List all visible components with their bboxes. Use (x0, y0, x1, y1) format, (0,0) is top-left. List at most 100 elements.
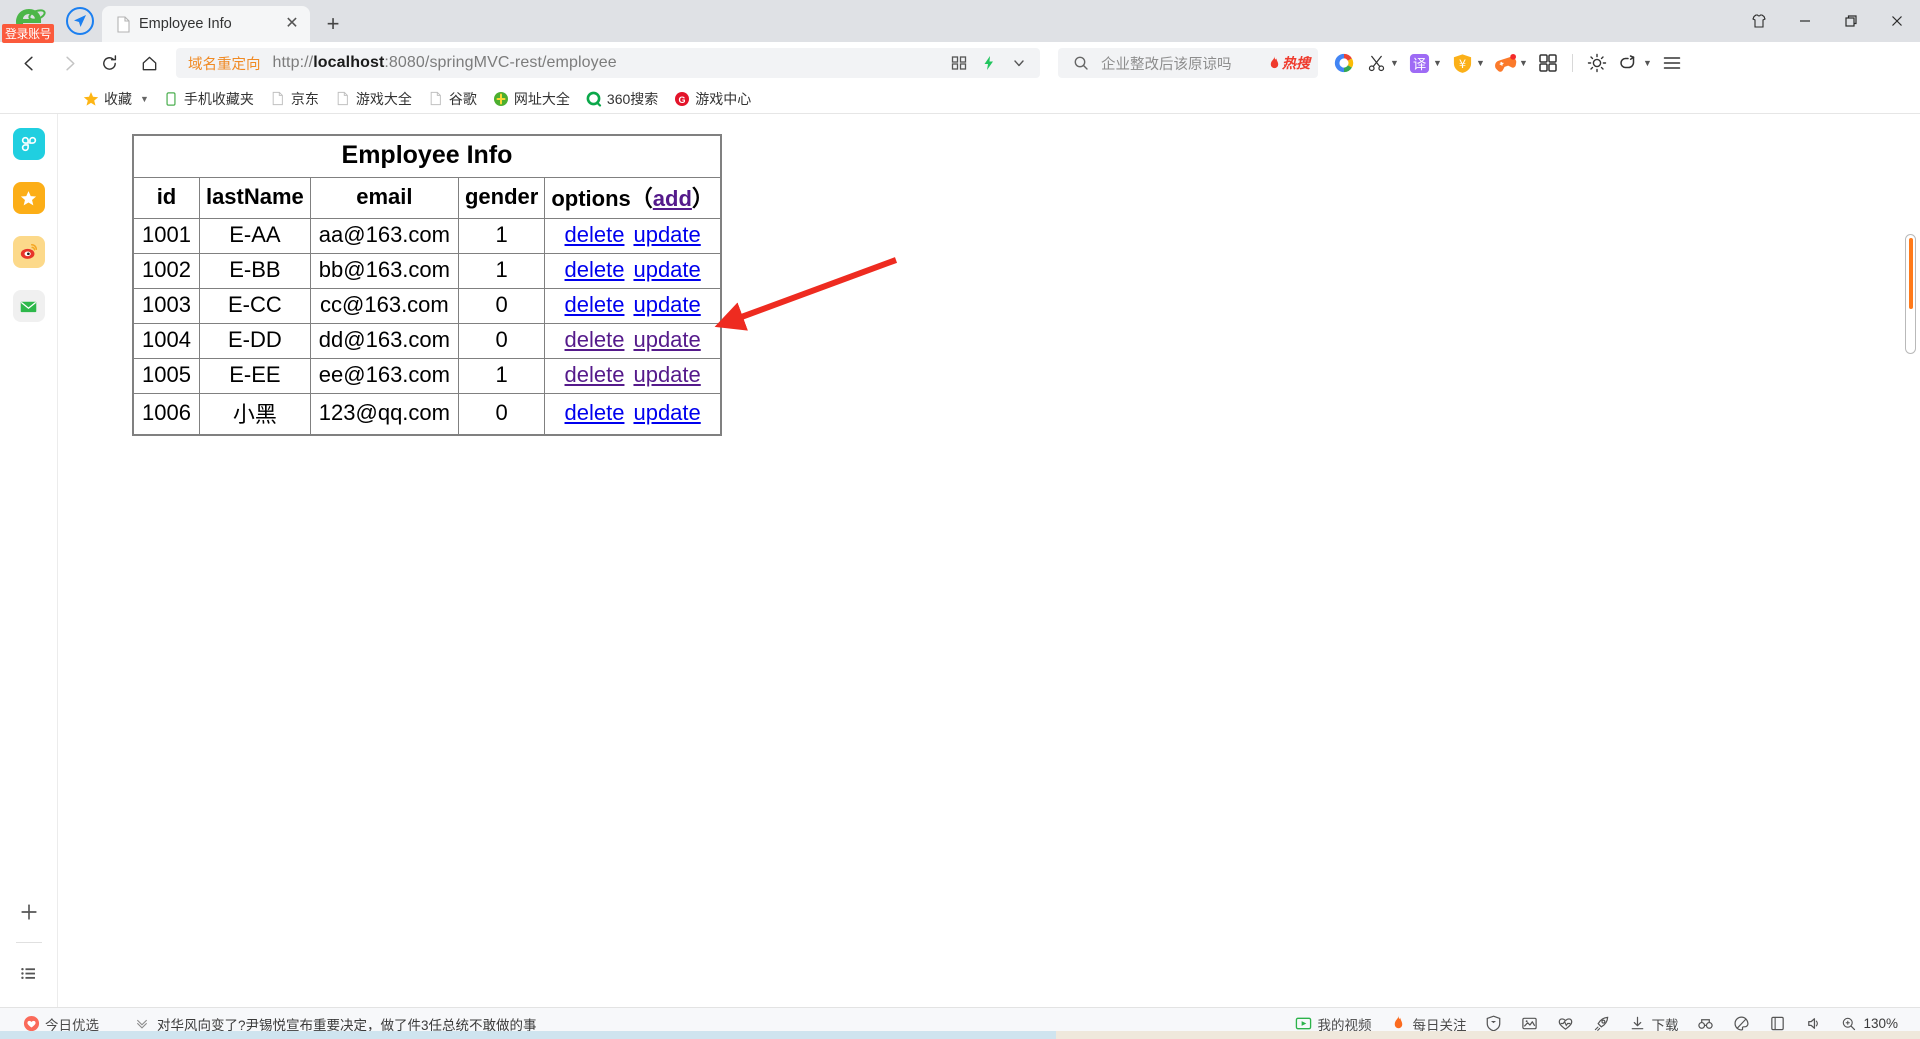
bookmark-jd[interactable]: 京东 (262, 86, 327, 112)
cell-email: aa@163.com (309, 218, 459, 254)
cell-gender: 1 (457, 358, 546, 394)
google-extension-button[interactable] (1328, 46, 1360, 80)
bookmark-label: 谷歌 (448, 90, 477, 107)
update-link[interactable]: update (633, 362, 700, 387)
toolbar-divider (1572, 54, 1573, 72)
lightning-icon[interactable] (976, 50, 1002, 76)
game-extension-button[interactable]: ▼ (1489, 46, 1532, 80)
bookmark-favorites[interactable]: 收藏 (75, 86, 140, 112)
sidebar-bottom-group (0, 896, 57, 1007)
update-link[interactable]: update (633, 257, 700, 282)
tab-close-icon[interactable]: ✕ (282, 14, 302, 34)
qr-code-icon[interactable] (946, 50, 972, 76)
image-icon (1520, 1015, 1538, 1033)
scrollbar-track[interactable] (1905, 234, 1916, 354)
new-tab-button[interactable]: + (316, 9, 350, 39)
reload-button[interactable] (90, 46, 128, 80)
screenshot-extension-button[interactable]: ▼ (1360, 46, 1403, 80)
cell-gender: 0 (457, 393, 546, 436)
bookmark-google[interactable]: 谷歌 (420, 86, 485, 112)
url-path: :8080/springMVC-rest/employee (384, 54, 617, 71)
bookmark-label: 京东 (290, 90, 319, 107)
update-link[interactable]: update (633, 400, 700, 425)
delete-link[interactable]: delete (565, 400, 625, 425)
delete-link[interactable]: delete (565, 327, 625, 352)
table-header-row: id lastName email gender options（add） (132, 177, 722, 219)
login-account-badge[interactable]: 登录账号 (2, 24, 55, 43)
home-button[interactable] (130, 46, 168, 80)
bookmark-label: 网址大全 (513, 90, 570, 107)
brightness-button[interactable] (1581, 46, 1613, 80)
update-link[interactable]: update (633, 327, 700, 352)
tab-employee-info[interactable]: Employee Info ✕ (102, 6, 310, 42)
vertical-scrollbar[interactable] (1905, 234, 1916, 354)
back-button[interactable] (10, 46, 48, 80)
delete-link[interactable]: delete (565, 222, 625, 247)
skin-icon[interactable] (1736, 0, 1782, 42)
delete-link[interactable]: delete (565, 362, 625, 387)
bookmark-label: 游戏中心 (695, 90, 752, 107)
bookmark-360search[interactable]: 360搜索 (578, 86, 666, 112)
tab-list-button[interactable] (58, 0, 102, 42)
bookmark-games[interactable]: 游戏大全 (327, 86, 420, 112)
table-title-row: Employee Info (132, 134, 722, 178)
redirect-tag: 域名重定向 (188, 56, 261, 73)
sidebar-add-button[interactable] (13, 896, 45, 928)
window-controls (1736, 0, 1920, 42)
maximize-restore-icon[interactable] (1828, 0, 1874, 42)
speaker-icon (1804, 1015, 1822, 1033)
header-gender: gender (457, 177, 546, 219)
hamburger-menu-icon (1659, 50, 1685, 76)
sidebar-list-button[interactable] (13, 957, 45, 989)
brightness-icon (1584, 50, 1610, 76)
scrollbar-thumb[interactable] (1908, 238, 1913, 309)
sidebar-item-favorites[interactable] (12, 182, 45, 214)
add-link[interactable]: add (653, 186, 692, 211)
book-icon (1768, 1015, 1786, 1033)
bookmark-mobile-favorites[interactable]: 手机收藏夹 (155, 86, 262, 112)
undo-button[interactable]: ▼ (1613, 46, 1656, 80)
bookmark-gamecenter[interactable]: G 游戏中心 (666, 86, 759, 112)
chevron-down-icon[interactable]: ▼ (1642, 58, 1653, 68)
cell-gender: 1 (457, 218, 546, 254)
minimize-icon[interactable] (1782, 0, 1828, 42)
coupon-extension-button[interactable]: ¥ ▼ (1446, 46, 1489, 80)
chevron-down-icon[interactable]: ▼ (1475, 58, 1486, 68)
cell-options: delete update (544, 323, 722, 359)
sidebar-item-weibo[interactable] (12, 236, 45, 268)
browser-toolbar: 域名重定向 http://localhost:8080/springMVC-re… (0, 42, 1920, 84)
cell-gender: 0 (457, 323, 546, 359)
toolbar-extensions: ▼ 译 ▼ ¥ ▼ ▼ ▼ (1328, 46, 1688, 80)
cell-email: cc@163.com (309, 288, 459, 324)
chevron-down-icon[interactable]: ▼ (1432, 58, 1443, 68)
update-link[interactable]: update (633, 292, 700, 317)
rocket-icon (1592, 1015, 1610, 1033)
page-icon (270, 91, 286, 107)
sidebar-item-health[interactable] (12, 128, 45, 160)
paren-close: ） (691, 186, 714, 211)
address-bar[interactable]: 域名重定向 http://localhost:8080/springMVC-re… (176, 48, 1040, 78)
bookmarks-chevron-down-icon[interactable]: ▼ (140, 94, 155, 104)
chevron-down-icon[interactable]: ▼ (1389, 58, 1400, 68)
chevron-down-icon[interactable]: ▼ (1518, 58, 1529, 68)
sidebar-item-mail[interactable] (12, 290, 45, 322)
content-area: Employee Info id lastName email gender o… (0, 114, 1920, 1007)
main-menu-button[interactable] (1656, 46, 1688, 80)
apps-grid-button[interactable] (1532, 46, 1564, 80)
google-icon (1331, 50, 1357, 76)
glasses-icon (1696, 1015, 1714, 1033)
delete-link[interactable]: delete (565, 292, 625, 317)
table-row: 1005 E-EE ee@163.com 1 delete update (132, 358, 722, 394)
chevron-down-icon[interactable] (1006, 50, 1032, 76)
delete-link[interactable]: delete (565, 257, 625, 282)
update-link[interactable]: update (633, 222, 700, 247)
cell-lastname: E-CC (198, 288, 311, 324)
close-icon[interactable] (1874, 0, 1920, 42)
employee-table-head: Employee Info id lastName email gender o… (132, 134, 722, 219)
search-box[interactable]: 企业整改后该原谅吗 热搜 (1058, 48, 1318, 78)
bookmark-label: 手机收藏夹 (183, 90, 254, 107)
news-expand-icon[interactable] (133, 1015, 151, 1033)
translate-extension-button[interactable]: 译 ▼ (1403, 46, 1446, 80)
bookmark-hao123[interactable]: 网址大全 (485, 86, 578, 112)
forward-button[interactable] (50, 46, 88, 80)
